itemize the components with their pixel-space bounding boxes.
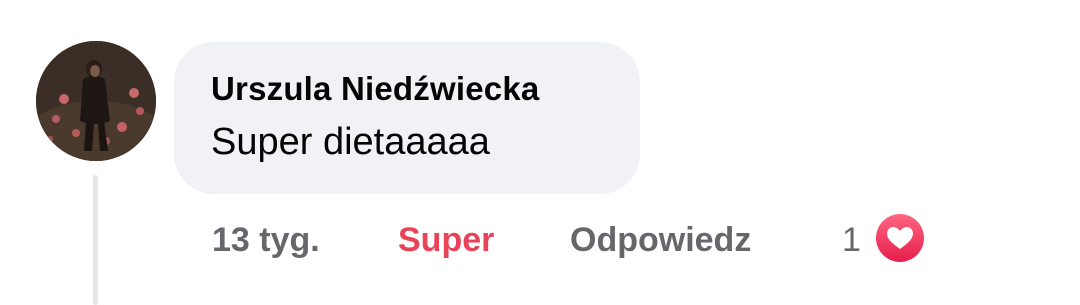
comment-text: Super dietaaaaa xyxy=(211,121,490,163)
heart-icon[interactable] xyxy=(874,212,926,264)
profile-photo xyxy=(36,41,156,161)
reaction-count[interactable]: 1 xyxy=(842,214,861,266)
comment-author[interactable]: Urszula Niedźwiecka xyxy=(211,69,640,109)
avatar[interactable] xyxy=(36,41,156,161)
reaction-button[interactable]: Super xyxy=(398,214,494,266)
comment-timestamp[interactable]: 13 tyg. xyxy=(212,214,320,266)
reply-button[interactable]: Odpowiedz xyxy=(570,214,751,266)
comment-bubble: Urszula Niedźwiecka Super dietaaaaa xyxy=(174,42,640,194)
